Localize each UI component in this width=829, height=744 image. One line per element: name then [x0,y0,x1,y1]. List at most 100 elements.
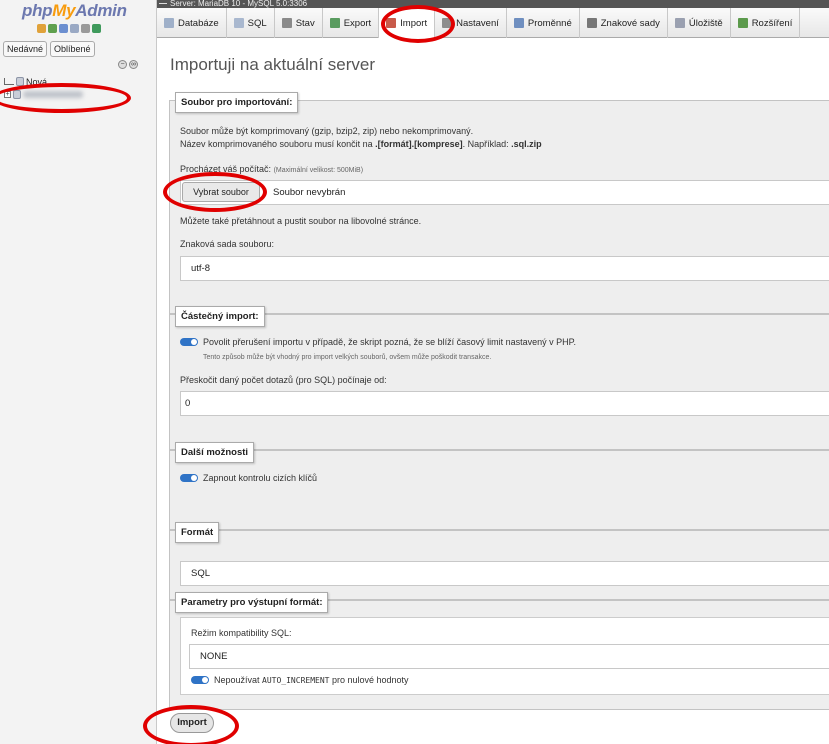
charset-label: Znaková sada souboru: [180,239,275,249]
import-submit-button[interactable]: Import [170,713,214,733]
info-prefix: Název komprimovaného souboru musí končit… [180,139,376,149]
file-input[interactable]: Soubor nevybrán [180,180,829,205]
tree-item-new[interactable]: Nová [4,75,83,88]
format-legend: Formát [175,522,220,543]
gear-icon[interactable] [81,24,90,33]
main-content: Importuji na aktuální server Soubor pro … [157,38,829,744]
tab-sql[interactable]: SQL [227,8,275,38]
tab-label: Stav [295,17,315,29]
no-ai-prefix: Nepoužívat [214,675,263,685]
file-legend: Soubor pro importování: [175,92,299,113]
tree-item-database[interactable]: + [4,88,83,101]
page-title: Importuji na aktuální server [170,55,376,74]
compat-mode-label: Režim kompatibility SQL: [191,628,292,638]
tab-label: Databáze [178,17,219,29]
tab-status[interactable]: Stav [275,8,323,38]
storage-icon [674,18,685,28]
format-params-box: Režim kompatibility SQL: NONE Nepoužívat… [180,617,829,695]
format-params-legend: Parametry pro výstupní formát: [175,592,329,613]
tab-label: SQL [247,17,267,29]
file-fieldset: Soubor pro importování: Soubor může být … [169,92,829,314]
top-menu-tabs: Databáze SQL Stav Export Import Nastaven… [157,8,829,38]
expand-icon[interactable]: + [4,91,11,98]
allow-interrupt-label: Povolit přerušení importu v případě, že … [203,337,577,347]
other-options-legend: Další možnosti [175,442,255,463]
variables-icon [513,18,524,28]
browse-label: Procházet váš počítač: (Maximální veliko… [180,164,363,174]
tab-label: Nastavení [456,17,499,29]
link-with-main-icon[interactable]: ∞ [129,60,138,69]
quick-icons [37,24,101,33]
plugin-icon [737,18,748,28]
tab-label: Úložiště [688,17,723,29]
tab-label: Export [343,17,372,29]
favorites-button[interactable]: Oblíbené [50,41,95,57]
import-icon [386,18,397,28]
fk-checks-label: Zapnout kontrolu cizích klíčů [203,473,318,483]
server-breadcrumb: Server: MariaDB 10 - MySQL 5.0:3306 [157,0,829,8]
tab-settings[interactable]: Nastavení [435,8,507,38]
database-name-redacted [23,91,83,98]
fk-checks-toggle[interactable] [180,474,198,482]
partial-import-legend: Částečný import: [175,306,265,327]
format-select[interactable]: SQL [180,561,829,586]
info-pattern: .[formát].[komprese] [375,139,463,149]
phpmyadmin-logo[interactable]: phpMyAdmin [22,1,127,21]
tab-export[interactable]: Export [323,8,380,38]
home-icon[interactable] [37,24,46,33]
reload-icon[interactable] [92,24,101,33]
logo-php: php [22,1,53,20]
no-ai-suffix: pro nulové hodnoty [329,675,409,685]
format-params-fieldset: Parametry pro výstupní formát: Režim kom… [169,592,829,710]
sql-icon [233,18,244,28]
tab-label: Proměnné [527,17,572,29]
database-icon [164,18,174,28]
database-icon [13,90,21,99]
collapse-all-icon[interactable]: − [118,60,127,69]
tab-variables[interactable]: Proměnné [507,8,580,38]
logout-icon[interactable] [48,24,57,33]
minimize-icon[interactable] [159,3,167,5]
skip-queries-input[interactable]: 0 [180,391,829,416]
compression-info: Soubor může být komprimovaný (gzip, bzip… [180,126,474,136]
no-ai-code: AUTO_INCREMENT [262,676,330,685]
new-database-icon [16,77,24,86]
status-icon [281,18,292,28]
tab-charsets[interactable]: Znakové sady [580,8,668,38]
info-mid: . Například: [462,139,512,149]
recent-button[interactable]: Nedávné [3,41,48,57]
database-tree: Nová + [4,75,83,101]
tab-label: Rozšíření [751,17,793,29]
docs-icon[interactable] [70,24,79,33]
export-icon [329,18,340,28]
tree-new-label: Nová [26,76,48,87]
charset-icon [586,18,597,28]
choose-file-button[interactable]: Vybrat soubor [182,182,260,202]
tab-plugins[interactable]: Rozšíření [731,8,801,38]
help-icon[interactable] [59,24,68,33]
logo-admin: Admin [75,1,127,20]
tab-import[interactable]: Import [379,8,436,38]
tab-databases[interactable]: Databáze [157,8,227,38]
format-fieldset: Formát SQL [169,522,829,600]
server-label[interactable]: Server: MariaDB 10 - MySQL 5.0:3306 [170,0,307,8]
wrench-icon [442,18,453,28]
info-example: .sql.zip [511,139,542,149]
navigation-sidebar: phpMyAdmin Nedávné Oblíbené − ∞ Nová + [0,0,157,744]
browse-text: Procházet váš počítač: [180,164,272,174]
tab-label: Import [400,17,428,29]
other-options-fieldset: Další možnosti Zapnout kontrolu cizích k… [169,442,829,530]
logo-my: My [52,1,76,20]
no-auto-increment-toggle[interactable] [191,676,209,684]
skip-queries-label: Přeskočit daný počet dotazů (pro SQL) po… [180,375,387,385]
max-size: (Maximální velikost: 500MiB) [273,167,364,174]
allow-interrupt-hint: Tento způsob může být vhodný pro import … [203,354,492,361]
allow-interrupt-toggle[interactable] [180,338,198,346]
tab-storage-engines[interactable]: Úložiště [668,8,731,38]
no-auto-increment-label: Nepoužívat AUTO_INCREMENT pro nulové hod… [214,675,409,685]
partial-import-fieldset: Částečný import: Povolit přerušení impor… [169,306,829,450]
tree-connector [4,78,14,85]
no-file-text: Soubor nevybrán [273,187,346,198]
compat-mode-select[interactable]: NONE [189,644,829,669]
charset-select[interactable]: utf-8 [180,256,829,281]
